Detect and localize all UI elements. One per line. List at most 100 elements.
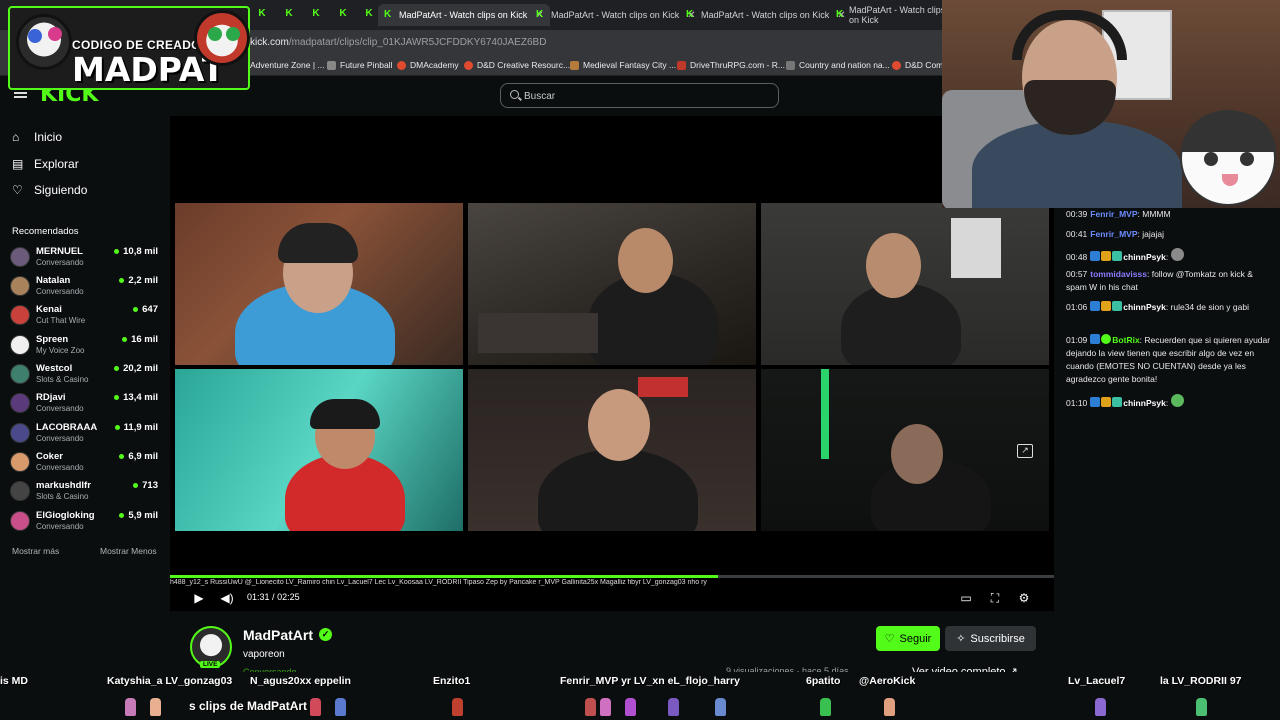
chat-username[interactable]: chinnPsyk [1123, 302, 1166, 312]
viewer-names-overlay: h488_y12_s RussiUwU @_Lionecito LV_Ramir… [170, 579, 707, 586]
streamer-category: Conversando [36, 258, 84, 267]
tab-madpatart-1[interactable]: K MadPatArt - Watch clips on Kick ✕ [378, 4, 550, 26]
badge-icon [1112, 251, 1123, 261]
kick-favicon-icon[interactable]: K [310, 8, 322, 20]
creator-code-overlay: CODIGO DE CREADOR MADPAT [8, 6, 250, 90]
bookmark-item[interactable]: D&D Creative Resourc... [464, 60, 570, 70]
follow-button[interactable]: ♡ Seguir [876, 626, 940, 651]
sidebar-streamer[interactable]: RDjavi Conversando 13,4 mil [10, 390, 160, 416]
viewer-count: 647 [133, 304, 158, 315]
tab-madpatart-2[interactable]: K MadPatArt - Watch clips on Kick ✕ [530, 4, 702, 26]
avatar [10, 247, 30, 267]
volume-icon[interactable]: ◀) [220, 591, 234, 605]
badge-icon [1101, 251, 1112, 261]
url-text[interactable]: kick.com/madpatart/clips/clip_01KJAWR5JC… [250, 37, 546, 48]
sidebar-streamer[interactable]: ElGiogloking Conversando 5,9 mil [10, 508, 160, 534]
avatar [10, 511, 30, 531]
video-player[interactable]: ↗ [170, 116, 1054, 611]
chat-text: : [1165, 398, 1169, 408]
bookmark-label: DriveThruRPG.com - R... [690, 60, 785, 70]
settings-icon[interactable]: ⚙ [1017, 591, 1031, 605]
kick-favicon-icon[interactable]: K [337, 8, 349, 20]
expand-icon[interactable]: ↗ [1017, 444, 1033, 458]
tab-madpatart-3[interactable]: K MadPatArt - Watch clips on Kick ✕ [680, 4, 852, 26]
avatar [10, 305, 30, 325]
sprite-name: @AeroKick [859, 675, 916, 687]
reddit-icon [397, 60, 406, 70]
viewer-count: 2,2 mil [119, 275, 158, 286]
fullscreen-icon[interactable]: ⛶ [988, 591, 1002, 605]
search-input[interactable] [524, 88, 764, 104]
verified-icon: ✓ [319, 628, 332, 641]
chat-username[interactable]: tommidavisss [1090, 269, 1147, 279]
video-cell-5 [468, 369, 756, 531]
mascot-eye [48, 27, 62, 41]
viewer-count: 16 mil [122, 334, 158, 345]
sidebar-item-inicio[interactable]: ⌂ Inicio [12, 130, 62, 144]
sidebar-streamer[interactable]: markushdlfr Slots & Casino 713 [10, 478, 160, 504]
sidebar-streamer[interactable]: Spreen My Voice Zoo 16 mil [10, 332, 160, 358]
streamer-category: Conversando [36, 463, 84, 472]
cat-eye [1204, 152, 1218, 166]
chat-username[interactable]: chinnPsyk [1123, 252, 1166, 262]
sidebar: ⌂ Inicio ▤ Explorar ♡ Siguiendo Recomend… [0, 116, 170, 576]
kick-favicon-icon[interactable]: K [363, 8, 375, 20]
chat-username[interactable]: chinnPsyk [1123, 398, 1166, 408]
viewer-sprite-icon [820, 698, 831, 716]
sidebar-streamer[interactable]: Kenai Cut That Wire 647 [10, 302, 160, 328]
headphones [310, 399, 380, 429]
channel-name[interactable]: MadPatArt [243, 627, 313, 643]
bookmark-item[interactable]: DMAcademy [397, 60, 459, 70]
cat-eye [1240, 152, 1254, 166]
person-head [891, 424, 943, 484]
search-box[interactable] [500, 83, 779, 108]
chat-text: : [1165, 252, 1169, 262]
badge-icon [1101, 301, 1112, 311]
chat-time: 00:41 [1066, 229, 1088, 239]
sidebar-streamer[interactable]: Westcol Slots & Casino 20,2 mil [10, 361, 160, 387]
sidebar-item-siguiendo[interactable]: ♡ Siguiendo [12, 183, 87, 197]
reddit-icon [464, 60, 473, 70]
bookmark-item[interactable]: Medieval Fantasy City ... [570, 60, 676, 70]
overlay-clip-title: s clips de MadPatArt [189, 699, 308, 713]
kick-favicon-icon[interactable]: K [283, 8, 295, 20]
avatar [10, 452, 30, 472]
kick-favicon-icon[interactable]: K [256, 8, 268, 20]
sidebar-item-explorar[interactable]: ▤ Explorar [12, 157, 79, 171]
cat-ear [1182, 112, 1276, 152]
chat-username[interactable]: Fenrir_MVP [1090, 229, 1137, 239]
seek-bar[interactable] [170, 575, 1054, 578]
bookmark-item[interactable]: Future Pinball [327, 60, 392, 70]
bookmark-label: Future Pinball [340, 60, 393, 70]
chat-message: 00:41 Fenrir_MVP: jajajaj [1066, 228, 1276, 241]
show-more-link[interactable]: Mostrar más [12, 546, 59, 556]
chat-username[interactable]: Fenrir_MVP [1090, 209, 1137, 219]
viewer-sprite-icon [715, 698, 726, 716]
chat-username[interactable]: BotRix [1112, 335, 1139, 345]
page-icon [327, 60, 336, 70]
bookmark-item[interactable]: Country and nation na... [786, 60, 890, 70]
streamer-name: Kenai [36, 304, 62, 315]
kick-favicon-icon: K [686, 9, 694, 20]
show-less-link[interactable]: Mostrar Menos [100, 546, 157, 556]
play-icon[interactable]: ▶ [192, 591, 206, 605]
theater-mode-icon[interactable]: ▭ [959, 591, 973, 605]
subscribe-button[interactable]: ✧ Suscribirse [945, 626, 1036, 651]
bookmark-item[interactable]: DriveThruRPG.com - R... [677, 60, 785, 70]
sidebar-streamer[interactable]: MERNUEL Conversando 10,8 mil [10, 244, 160, 270]
url-domain: kick.com [250, 37, 289, 48]
url-path: /madpatart/clips/clip_01KJAWR5JCFDDKY674… [288, 37, 547, 48]
tab-madpatart-4[interactable]: K MadPatArt - Watch clips on Kick [830, 4, 958, 26]
viewer-sprite-icon [335, 698, 346, 716]
sidebar-streamer[interactable]: Natalan Conversando 2,2 mil [10, 273, 160, 299]
bookmark-item[interactable]: D&D Comp [892, 60, 948, 70]
streamer-category: Conversando [36, 287, 84, 296]
home-icon: ⌂ [12, 130, 20, 144]
chat-message: 01:06 chinnPsyk: rule34 de sion y gabi [1066, 301, 1276, 314]
bookmark-item[interactable]: Adventure Zone | ... [250, 60, 325, 70]
sidebar-streamer[interactable]: Coker Conversando 6,9 mil [10, 449, 160, 475]
streamer-name: Natalan [36, 275, 71, 286]
map-icon [570, 60, 579, 70]
sidebar-streamer[interactable]: LACOBRAAA Conversando 11,9 mil [10, 420, 160, 446]
avatar [10, 393, 30, 413]
